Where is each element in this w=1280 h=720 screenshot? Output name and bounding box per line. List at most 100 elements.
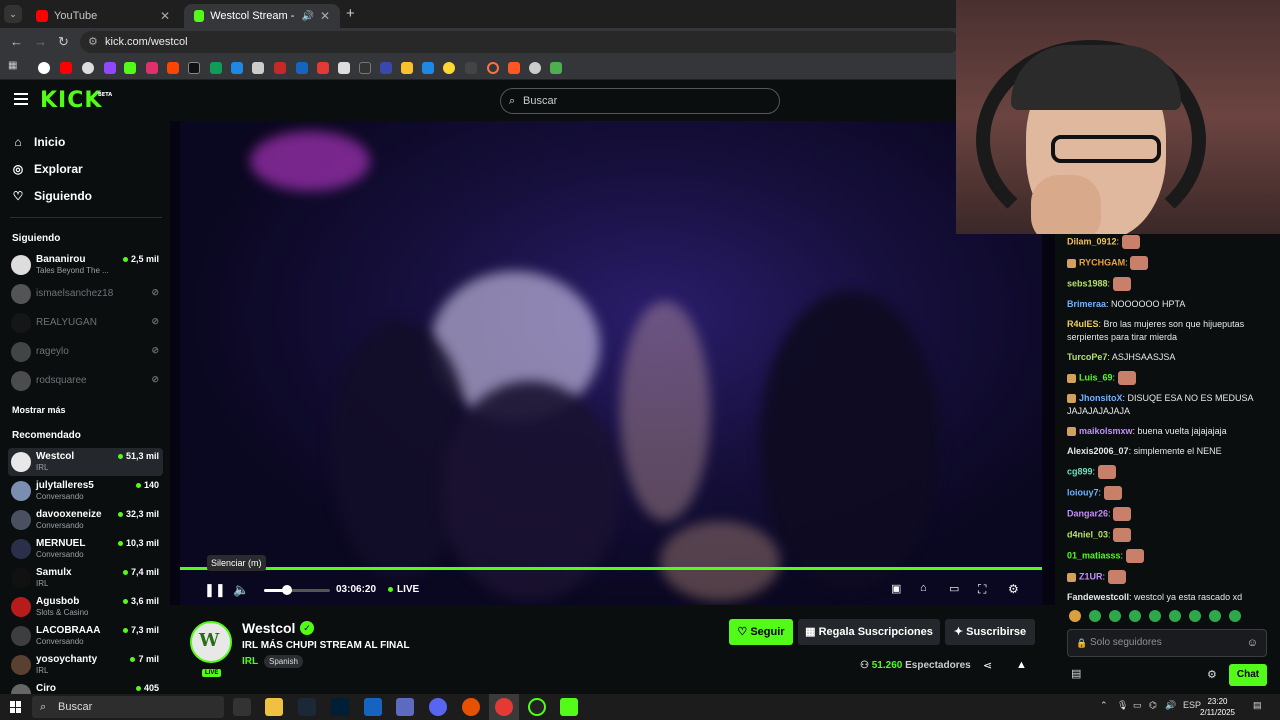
chat-username[interactable]: sebs1988 xyxy=(1067,278,1108,288)
video-frame[interactable] xyxy=(180,121,1042,605)
chat-username[interactable]: Dangar26 xyxy=(1067,508,1108,518)
recommended-channel[interactable]: Samulx IRL 7,4 mil xyxy=(8,564,163,592)
tab-youtube[interactable]: YouTube ✕ xyxy=(26,4,180,28)
volume-icon[interactable]: 🔈 xyxy=(233,582,249,598)
kick-logo[interactable]: KICK BETA xyxy=(40,88,112,113)
progress-bar[interactable] xyxy=(180,567,1042,570)
fullscreen-icon[interactable]: ⛶ xyxy=(978,582,986,597)
report-icon[interactable]: ▲ xyxy=(1016,659,1027,671)
chat-settings-icon[interactable]: ⚙ xyxy=(1207,668,1217,681)
emote-icon[interactable] xyxy=(1169,610,1181,622)
bookmark-icon[interactable] xyxy=(274,62,286,74)
emote-picker-icon[interactable]: ☺ xyxy=(1247,630,1258,656)
close-icon[interactable]: ✕ xyxy=(320,9,330,23)
chat-username[interactable]: d4niel_03 xyxy=(1067,529,1108,539)
recommended-channel[interactable]: Westcol IRL 51,3 mil xyxy=(8,448,163,476)
search-input[interactable]: ⌕ Buscar xyxy=(500,88,780,114)
emote-icon[interactable] xyxy=(1069,610,1081,622)
pause-icon[interactable]: ❚❚ xyxy=(204,582,226,598)
steam-icon[interactable] xyxy=(298,698,316,716)
theater-icon[interactable]: ⌂ xyxy=(920,582,927,594)
following-channel[interactable]: Bananirou Tales Beyond The ... 2,5 mil xyxy=(8,251,163,279)
emote-icon[interactable] xyxy=(1149,610,1161,622)
kick-app-icon[interactable] xyxy=(560,698,578,716)
chat-username[interactable]: JhonsitoX xyxy=(1079,393,1123,403)
app-icon[interactable] xyxy=(528,698,546,716)
emote-icon[interactable] xyxy=(1129,610,1141,622)
back-icon[interactable]: ← xyxy=(10,34,23,49)
language-indicator[interactable]: ESP xyxy=(1183,700,1201,710)
following-channel[interactable]: REALYUGAN ⊘ xyxy=(8,309,163,337)
settings-icon[interactable]: ⚙ xyxy=(1008,582,1019,596)
chat-username[interactable]: 01_matiasss xyxy=(1067,550,1121,560)
language-tag[interactable]: Spanish xyxy=(264,655,303,668)
miniplayer-icon[interactable]: ▣ xyxy=(891,582,901,595)
following-channel[interactable]: rodsquaree ⊘ xyxy=(8,367,163,395)
bookmark-icon[interactable] xyxy=(529,62,541,74)
following-channel[interactable]: ismaelsanchez18 ⊘ xyxy=(8,280,163,308)
youtube-bookmark-icon[interactable] xyxy=(60,62,72,74)
volume-slider[interactable] xyxy=(264,585,330,595)
emote-icon[interactable] xyxy=(1229,610,1241,622)
app-icon[interactable] xyxy=(233,698,251,716)
chat-username[interactable]: loiouy7 xyxy=(1067,487,1099,497)
recommended-channel[interactable]: julytalleres5 Conversando 140 xyxy=(8,477,163,505)
chat-username[interactable]: cg899 xyxy=(1067,466,1093,476)
tab-list-button[interactable]: ⌄ xyxy=(4,5,22,23)
bookmark-icon[interactable] xyxy=(82,62,94,74)
taskbar-search[interactable]: ⌕ Buscar xyxy=(32,696,224,718)
teams-icon[interactable] xyxy=(396,698,414,716)
bookmark-icon[interactable] xyxy=(380,62,392,74)
recommended-channel[interactable]: Agusbob Slots & Casino 3,6 mil xyxy=(8,593,163,621)
channel-avatar[interactable]: W LIVE xyxy=(190,621,232,677)
chat-username[interactable]: R4ulES xyxy=(1067,319,1099,329)
volume-icon[interactable]: 🔊 xyxy=(1165,700,1176,711)
emote-icon[interactable] xyxy=(1209,610,1221,622)
recommended-channel[interactable]: LACOBRAAA Conversando 7,3 mil xyxy=(8,622,163,650)
recommended-channel[interactable]: Ciro 405 xyxy=(8,680,163,694)
store-icon[interactable]: ▤ xyxy=(1071,667,1081,680)
recommended-channel[interactable]: yosoychanty IRL 7 mil xyxy=(8,651,163,679)
bookmark-icon[interactable] xyxy=(210,62,222,74)
microphone-icon[interactable]: 🎙 xyxy=(1117,700,1128,711)
follow-button[interactable]: ♡ Seguir xyxy=(729,619,793,645)
menu-icon[interactable] xyxy=(14,93,28,108)
twitch-bookmark-icon[interactable] xyxy=(104,62,116,74)
chat-username[interactable]: RYCHGAM xyxy=(1079,257,1125,267)
chat-input[interactable]: 🔒 Solo seguidores ☺ xyxy=(1067,629,1267,657)
chat-username[interactable]: Luis_69 xyxy=(1079,372,1113,382)
bookmark-icon[interactable] xyxy=(252,62,264,74)
url-bar[interactable]: ⚙ kick.com/westcol xyxy=(80,31,960,53)
chrome-icon[interactable] xyxy=(495,698,513,716)
bookmark-icon[interactable] xyxy=(401,62,413,74)
emote-icon[interactable] xyxy=(1189,610,1201,622)
discord-icon[interactable] xyxy=(429,698,447,716)
photoshop-icon[interactable] xyxy=(331,698,349,716)
bookmark-icon[interactable] xyxy=(359,62,371,74)
display-icon[interactable]: ▭ xyxy=(1133,700,1142,711)
bookmark-icon[interactable] xyxy=(296,62,308,74)
app-icon[interactable] xyxy=(364,698,382,716)
chat-username[interactable]: Fandewestcoll xyxy=(1067,592,1129,602)
stream-category[interactable]: IRL xyxy=(242,656,258,667)
close-icon[interactable]: ✕ xyxy=(160,9,170,23)
live-indicator[interactable]: LIVE xyxy=(388,584,419,595)
channel-name[interactable]: Westcol xyxy=(242,620,295,636)
bookmark-icon[interactable] xyxy=(167,62,179,74)
emote-icon[interactable] xyxy=(1109,610,1121,622)
google-bookmark-icon[interactable] xyxy=(38,62,50,74)
bookmark-icon[interactable] xyxy=(443,62,455,74)
bookmark-icon[interactable] xyxy=(338,62,350,74)
chat-username[interactable]: Brimeraa xyxy=(1067,299,1106,309)
reload-icon[interactable]: ↻ xyxy=(58,34,69,50)
nav-siguiendo[interactable]: ♡ Siguiendo xyxy=(12,189,92,203)
chat-send-button[interactable]: Chat xyxy=(1229,664,1267,686)
chat-username[interactable]: TurcoPe7 xyxy=(1067,352,1107,362)
app-icon[interactable] xyxy=(462,698,480,716)
tab-westcol[interactable]: Westcol Stream - Watch Li 🔊 ✕ xyxy=(184,4,340,28)
notifications-icon[interactable]: ▤ xyxy=(1253,700,1262,711)
network-icon[interactable]: ⌬ xyxy=(1149,700,1157,711)
video-player[interactable]: Silenciar (m) ❚❚ 🔈 03:06:20 LIVE ▣ ⌂ ▭ ⛶… xyxy=(170,121,1055,605)
recommended-channel[interactable]: davooxeneize Conversando 32,3 mil xyxy=(8,506,163,534)
file-explorer-icon[interactable] xyxy=(265,698,283,716)
